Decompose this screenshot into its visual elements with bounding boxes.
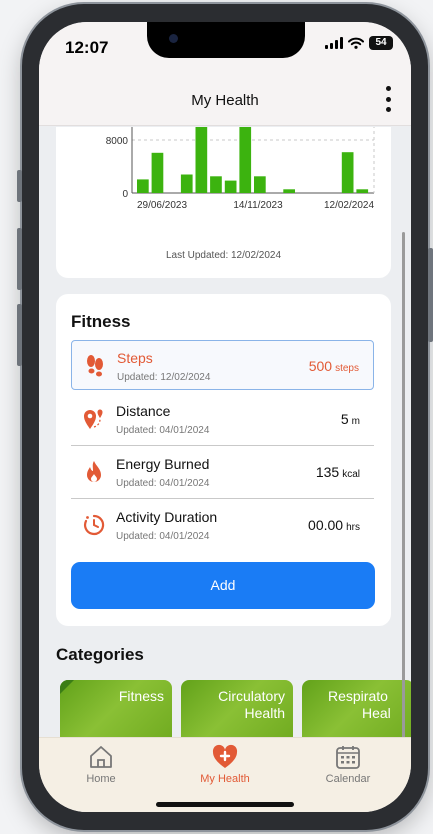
chart-bar [195,127,208,193]
y-tick-8000: 8000 [106,136,129,147]
category-label: Respirato Heal [328,688,391,722]
value-number: 500 [308,358,333,374]
category-label-line2: Heal [362,705,391,721]
value-unit: kcal [342,469,360,480]
tab-home[interactable]: Home [56,744,146,785]
value-unit: hrs [346,522,360,533]
phone-frame: 12:07 54 My Health 8000 0 29/06/2023 14/… [17,4,433,830]
row-value: 135 kcal [316,464,360,480]
app-header: My Health [39,76,411,126]
timer-icon [83,514,105,536]
value-number: 135 [315,464,340,480]
x-tick-label: 14/11/2023 [233,200,283,211]
tab-label: My Health [200,773,250,785]
chart-bar [210,176,222,193]
footprints-icon [87,355,103,377]
category-tile-respiratory-health[interactable]: Respirato Heal [302,680,411,737]
tab-label: Calendar [325,773,371,785]
page-title: My Health [191,92,259,109]
y-tick-0: 0 [122,189,128,200]
tab-bar: Home My Health Calendar [39,737,411,812]
status-bar: 12:07 54 [39,22,411,76]
tab-my-health[interactable]: My Health [180,744,270,785]
row-name: Distance [116,403,171,419]
value-number: 5 [340,411,349,427]
fitness-row-activity-duration[interactable]: Activity Duration Updated: 04/01/2024 00… [71,500,374,550]
heart-plus-icon [212,744,238,768]
value-unit: steps [335,363,359,374]
chart-bar [356,189,369,193]
signal-icon [325,37,343,49]
fitness-title: Fitness [71,312,131,331]
x-tick-label: 29/06/2023 [137,200,187,211]
scroll-content[interactable]: 8000 0 29/06/2023 14/11/2023 12/02/2024 … [39,127,411,737]
home-icon [90,746,112,768]
steps-bar-chart: 8000 0 29/06/2023 14/11/2023 12/02/2024 [106,127,375,211]
row-updated: Updated: 12/02/2024 [117,372,211,383]
category-label-line1: Respirato [328,688,388,704]
value-number: 00.00 [308,517,344,533]
chart-bar [180,174,193,193]
flame-icon [87,461,101,482]
volume-up-button [17,228,22,290]
status-icons: 54 [325,36,393,50]
screen: 12:07 54 My Health 8000 0 29/06/2023 14/… [39,22,411,812]
chart-bar [254,176,266,193]
scrollbar[interactable] [402,232,405,742]
row-name: Steps [117,350,153,366]
status-time: 12:07 [65,38,109,57]
row-name: Activity Duration [116,509,218,525]
add-button[interactable]: Add [71,562,375,609]
category-label: Fitness [119,688,164,705]
dynamic-island [147,22,305,58]
x-tick-label: 12/02/2024 [324,200,374,211]
category-tile-circulatory-health[interactable]: Circulatory Health [181,680,293,737]
calendar-icon [336,746,360,769]
category-label-line1: Fitness [118,688,164,704]
tab-calendar[interactable]: Calendar [303,744,393,785]
value-unit: m [351,416,360,427]
fitness-row-steps[interactable]: Steps Updated: 12/02/2024 500 steps [71,340,374,390]
category-label-line1: Circulatory [218,688,285,704]
chart-bar [283,189,295,193]
row-updated: Updated: 04/01/2024 [116,425,210,436]
tab-label: Home [86,773,116,785]
fitness-card: Fitness Steps Updated: 12/02/2024 500 ste… [56,294,391,626]
chart-bar [224,180,237,193]
power-button [428,248,433,342]
camera-icon [169,34,178,43]
category-label: Circulatory Health [218,688,285,722]
row-value: 5m [341,411,360,427]
category-tile-fitness[interactable]: Fitness [60,680,172,737]
categories-title: Categories [56,645,144,664]
route-pin-icon [84,409,103,429]
row-value: 00.00 hrs [308,517,360,533]
battery-indicator: 54 [369,36,393,50]
mute-switch [17,170,22,202]
row-name: Energy Burned [116,456,210,472]
fitness-row-energy[interactable]: Energy Burned Updated: 04/01/2024 135 kca… [71,447,374,499]
fitness-row-distance[interactable]: Distance Updated: 04/01/2024 5m [71,394,374,446]
home-indicator [156,802,294,807]
row-updated: Updated: 04/01/2024 [116,478,210,489]
wifi-icon [348,37,364,49]
chart-bar [341,152,354,193]
row-updated: Updated: 04/01/2024 [116,531,210,542]
chart-bar [137,179,149,193]
steps-chart-card: 8000 0 29/06/2023 14/11/2023 12/02/2024 … [56,127,391,278]
volume-down-button [17,304,22,366]
category-label-line2: Health [244,705,285,721]
tile-corner [60,680,74,694]
chart-bar [239,127,252,193]
chart-last-updated: Last Updated: 12/02/2024 [165,250,282,261]
chart-bar [151,152,164,193]
row-value: 500 steps [309,358,359,374]
more-options-icon[interactable] [379,86,397,112]
